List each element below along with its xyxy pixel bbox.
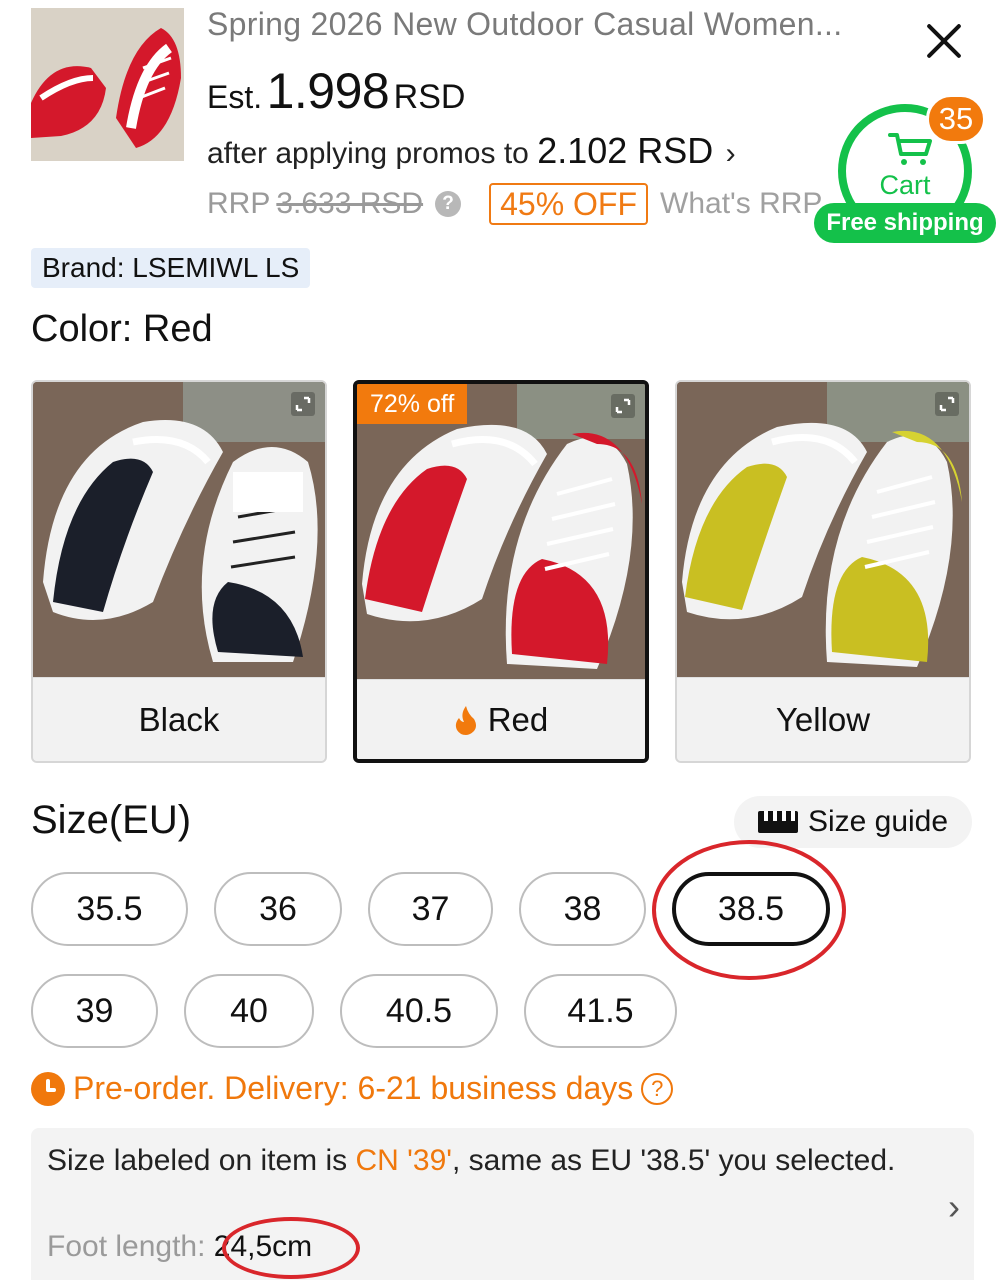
color-name: Yellow	[677, 677, 969, 761]
shoe-image-black	[33, 382, 325, 677]
rrp-row: RRP 3.633 RSD ? 45% OFF What's RRP	[207, 182, 827, 226]
color-name-row: Red	[357, 679, 645, 759]
product-thumbnail[interactable]	[31, 8, 184, 161]
size-option-41-5[interactable]: 41.5	[524, 974, 677, 1048]
foot-length-value: 24,5cm	[213, 1230, 313, 1263]
help-icon[interactable]: ?	[435, 191, 462, 217]
size-option-40[interactable]: 40	[184, 974, 314, 1048]
discount-badge: 45% OFF	[489, 183, 649, 225]
chevron-right-icon: ›	[948, 1186, 960, 1227]
color-option-yellow[interactable]: Yellow	[675, 380, 971, 763]
size-option-36[interactable]: 36	[214, 872, 342, 946]
promo-row[interactable]: after applying promos to 2.102 RSD ›	[207, 130, 736, 172]
size-info-part2: , same as EU '38.5' you selected.	[452, 1144, 896, 1177]
ruler-icon	[757, 811, 798, 833]
cart-icon	[888, 133, 932, 165]
free-shipping-badge: Free shipping	[814, 203, 996, 243]
size-guide-button[interactable]: Size guide	[734, 796, 972, 848]
price-row: Est. 1.998 RSD	[207, 62, 465, 120]
size-option-38[interactable]: 38	[519, 872, 646, 946]
color-option-red[interactable]: 72% off Red	[353, 380, 649, 763]
size-option-37[interactable]: 37	[368, 872, 493, 946]
brand-tag[interactable]: Brand: LSEMIWL LS	[31, 248, 311, 288]
rrp-price: 3.633 RSD	[276, 187, 424, 220]
cn-size: CN '39'	[355, 1144, 453, 1177]
size-info-part1: Size labeled on item is	[47, 1144, 356, 1177]
size-info-box[interactable]: Size labeled on item is CN '39', same as…	[31, 1128, 974, 1280]
promo-price: 2.102 RSD	[537, 130, 714, 171]
chevron-right-icon: ›	[725, 137, 736, 170]
product-title: Spring 2026 New Outdoor Casual Women...	[207, 6, 843, 42]
promo-prefix: after applying promos to	[207, 137, 529, 170]
color-name: Black	[33, 677, 325, 761]
foot-length-label: Foot length:	[47, 1230, 214, 1263]
shoe-thumbnail-image	[31, 8, 184, 161]
flame-icon	[455, 705, 476, 735]
expand-icon[interactable]	[935, 392, 959, 416]
close-icon[interactable]	[918, 16, 970, 68]
size-option-35-5[interactable]: 35.5	[31, 872, 188, 946]
foot-length: Foot length: 24,5cm	[47, 1230, 312, 1264]
shoe-image-red	[357, 384, 645, 679]
discount-tag: 72% off	[357, 384, 468, 424]
cart-count-badge: 35	[926, 94, 986, 144]
size-option-39[interactable]: 39	[31, 974, 158, 1048]
cart-label: Cart	[879, 170, 931, 200]
size-info-text: Size labeled on item is CN '39', same as…	[47, 1140, 897, 1182]
color-label: Color: Red	[31, 308, 213, 350]
color-name: Red	[487, 700, 549, 738]
expand-icon[interactable]	[291, 392, 315, 416]
whats-rrp-link[interactable]: What's RRP	[660, 187, 822, 221]
color-option-black[interactable]: Black	[31, 380, 327, 763]
size-option-38-5[interactable]: 38.5	[672, 872, 830, 946]
clock-icon	[31, 1071, 65, 1106]
shoe-image-yellow	[677, 382, 969, 677]
delivery-info: Pre-order. Delivery: 6-21 business days …	[31, 1070, 674, 1107]
size-label: Size(EU)	[31, 798, 192, 842]
est-label: Est.	[207, 79, 263, 115]
help-icon[interactable]: ?	[641, 1072, 674, 1105]
delivery-text: Pre-order. Delivery: 6-21 business days	[73, 1070, 634, 1106]
size-option-40-5[interactable]: 40.5	[340, 974, 498, 1048]
price-currency: RSD	[393, 78, 466, 116]
size-guide-label: Size guide	[807, 805, 949, 838]
expand-icon[interactable]	[611, 394, 635, 418]
price-amount: 1.998	[266, 63, 390, 119]
rrp-label: RRP	[207, 187, 271, 220]
